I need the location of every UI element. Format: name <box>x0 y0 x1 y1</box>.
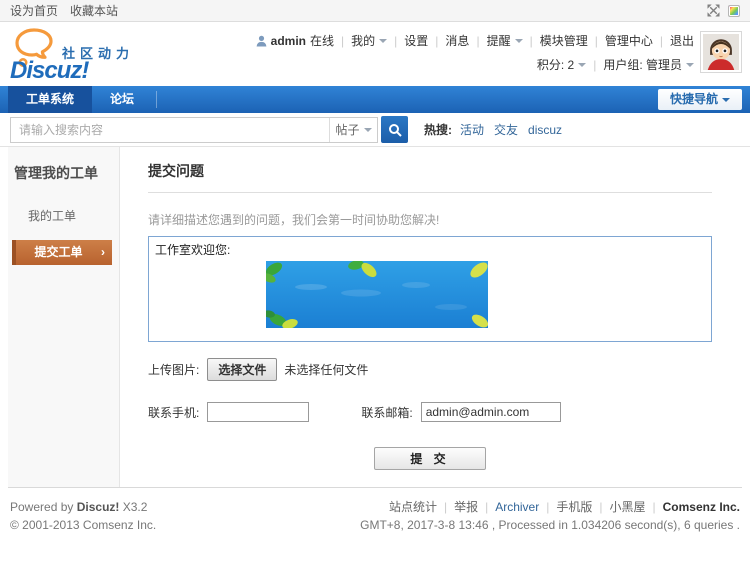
footer-link-report[interactable]: 举报 <box>454 498 478 516</box>
main-nav: 工单系统 论坛 快捷导航 <box>0 86 750 113</box>
arrow-right-icon: › <box>101 240 105 265</box>
avatar[interactable] <box>700 31 742 73</box>
user-stats-row: 积分: 2 | 用户组: 管理员 <box>256 55 694 75</box>
menu-my[interactable]: 我的 <box>351 31 387 51</box>
sidebar-title: 管理我的工单 <box>8 163 119 183</box>
submit-row: 提 交 <box>148 447 712 470</box>
contact-row: 联系手机: 联系邮箱: <box>148 402 712 422</box>
footer-links: 站点统计 | 举报 | Archiver | 手机版 | 小黑屋 | Comse… <box>360 498 740 516</box>
no-file-text: 未选择任何文件 <box>284 361 368 378</box>
email-label: 联系邮箱: <box>361 404 412 421</box>
phone-label: 联系手机: <box>148 404 199 421</box>
hot-link-activity[interactable]: 活动 <box>460 121 484 138</box>
top-strip: 设为首页 收藏本站 <box>0 0 750 22</box>
logo[interactable]: 社区动力 Discuz! <box>10 26 160 84</box>
site-header: 社区动力 Discuz! admin 在线 | 我的 | 设置 | 消息 | 提… <box>0 22 750 86</box>
sidebar-item-my-tickets[interactable]: 我的工单 <box>8 207 119 224</box>
caret-down-icon <box>578 63 586 67</box>
search-box: 帖子 <box>10 117 378 143</box>
footer-link-blacklist[interactable]: 小黑屋 <box>610 498 646 516</box>
caret-down-icon <box>722 98 730 102</box>
credits-link[interactable]: 积分: 2 <box>537 55 586 75</box>
submit-button[interactable]: 提 交 <box>374 447 486 470</box>
page-title: 提交问题 <box>148 161 712 193</box>
form-description: 请详细描述您遇到的问题，我们会第一时间协助您解决! <box>148 211 712 228</box>
sidebar-item-submit-ticket[interactable]: 提交工单 › <box>12 240 112 265</box>
search-scope-select[interactable]: 帖子 <box>329 118 377 142</box>
set-home-link[interactable]: 设为首页 <box>10 2 58 19</box>
footer-right: 站点统计 | 举报 | Archiver | 手机版 | 小黑屋 | Comse… <box>360 498 740 534</box>
footer-link-site-stats[interactable]: 站点统计 <box>389 498 437 516</box>
quick-nav-button[interactable]: 快捷导航 <box>658 89 742 110</box>
caret-down-icon <box>686 63 694 67</box>
hot-search: 热搜: 活动 交友 discuz <box>424 121 572 138</box>
sidebar: 管理我的工单 我的工单 提交工单 › <box>8 147 120 487</box>
hot-link-discuz[interactable]: discuz <box>528 123 562 137</box>
editor-embedded-image <box>266 261 488 328</box>
menu-messages[interactable]: 消息 <box>445 31 469 51</box>
nav-tab-forum[interactable]: 论坛 <box>92 86 152 113</box>
online-status: 在线 <box>310 31 334 51</box>
caret-down-icon <box>379 39 387 43</box>
username-link[interactable]: admin <box>271 31 306 51</box>
menu-settings[interactable]: 设置 <box>404 31 428 51</box>
user-icon <box>256 35 267 47</box>
nav-divider <box>156 91 157 108</box>
menu-notices[interactable]: 提醒 <box>487 31 523 51</box>
theme-palette-icon[interactable] <box>728 5 740 17</box>
footer-brand[interactable]: Discuz! <box>77 500 120 514</box>
hot-search-label: 热搜: <box>424 121 452 138</box>
editor-text: 工作室欢迎您: <box>155 241 705 258</box>
menu-logout[interactable]: 退出 <box>670 31 694 51</box>
footer-link-archiver[interactable]: Archiver <box>495 498 539 516</box>
email-input[interactable] <box>421 402 561 422</box>
search-input[interactable] <box>11 118 329 142</box>
footer-left: Powered by Discuz! X3.2 © 2001-2013 Coms… <box>10 498 156 534</box>
hot-link-friends[interactable]: 交友 <box>494 121 518 138</box>
logo-brand: Discuz! <box>10 57 88 85</box>
nav-tab-ticket-system[interactable]: 工单系统 <box>8 86 92 113</box>
phone-input[interactable] <box>207 402 309 422</box>
search-bar: 帖子 热搜: 活动 交友 discuz <box>0 113 750 147</box>
footer-link-comsenz[interactable]: Comsenz Inc. <box>663 498 740 516</box>
copyright: © 2001-2013 Comsenz Inc. <box>10 516 156 534</box>
upload-label: 上传图片: <box>148 361 199 378</box>
powered-by: Powered by Discuz! X3.2 <box>10 498 156 516</box>
bookmark-link[interactable]: 收藏本站 <box>70 2 118 19</box>
upload-row: 上传图片: 选择文件 未选择任何文件 <box>148 358 712 381</box>
content-area: 管理我的工单 我的工单 提交工单 › 提交问题 请详细描述您遇到的问题，我们会第… <box>8 147 742 488</box>
user-menu-row: admin 在线 | 我的 | 设置 | 消息 | 提醒 | 模块管理 | 管理… <box>256 31 694 51</box>
footer: Powered by Discuz! X3.2 © 2001-2013 Coms… <box>0 488 750 534</box>
menu-module-admin[interactable]: 模块管理 <box>540 31 588 51</box>
search-icon <box>388 123 402 137</box>
menu-admin-center[interactable]: 管理中心 <box>605 31 653 51</box>
fullscreen-icon[interactable] <box>707 4 720 17</box>
caret-down-icon <box>364 128 372 132</box>
problem-editor[interactable]: 工作室欢迎您: <box>148 236 712 342</box>
choose-file-button[interactable]: 选择文件 <box>207 358 277 381</box>
usergroup-link[interactable]: 用户组: 管理员 <box>603 55 694 75</box>
caret-down-icon <box>515 39 523 43</box>
main-panel: 提交问题 请详细描述您遇到的问题，我们会第一时间协助您解决! 工作室欢迎您: <box>120 147 742 487</box>
search-button[interactable] <box>381 116 408 143</box>
footer-meta: GMT+8, 2017-3-8 13:46 , Processed in 1.0… <box>360 516 740 534</box>
user-panel: admin 在线 | 我的 | 设置 | 消息 | 提醒 | 模块管理 | 管理… <box>256 31 694 75</box>
footer-link-mobile[interactable]: 手机版 <box>556 498 592 516</box>
